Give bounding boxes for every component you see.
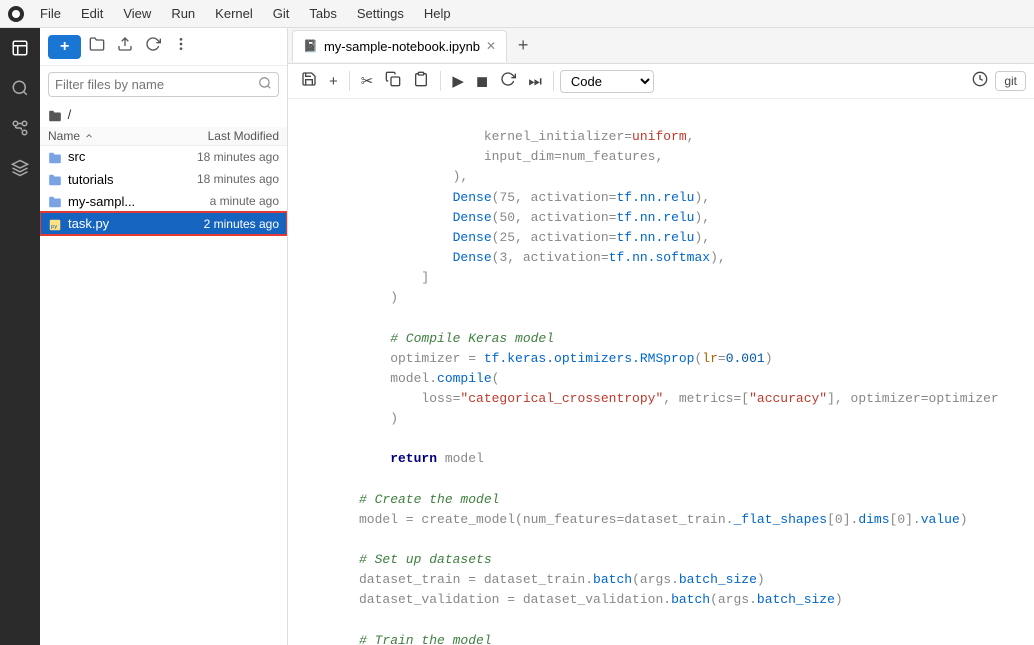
cell-content[interactable]: kernel_initializer=uniform, input_dim=nu… — [348, 99, 1034, 645]
breadcrumb: / — [40, 103, 287, 127]
paste-button[interactable] — [408, 68, 434, 94]
breadcrumb-path: / — [68, 107, 72, 122]
menu-bar: File Edit View Run Kernel Git Tabs Setti… — [0, 0, 1034, 28]
tab-bar: 📓 my-sample-notebook.ipynb ✕ + — [288, 28, 1034, 64]
main-content: 📓 my-sample-notebook.ipynb ✕ + + ✂ ▶ ◼ — [288, 28, 1034, 645]
code-area: kernel_initializer=uniform, input_dim=nu… — [288, 99, 1034, 645]
notebook-tab-icon: 📓 — [303, 39, 318, 53]
folder-icon — [48, 193, 62, 209]
column-name-header[interactable]: Name — [48, 129, 169, 143]
toolbar-separator-3 — [553, 71, 554, 91]
clock-button[interactable] — [967, 68, 993, 94]
list-item[interactable]: my-sampl... a minute ago — [40, 190, 287, 212]
git-button[interactable]: git — [995, 71, 1026, 91]
python-file-icon: py — [48, 215, 62, 231]
toolbar-separator-2 — [440, 71, 441, 91]
list-item[interactable]: py task.py 2 minutes ago — [40, 212, 287, 234]
file-list: src 18 minutes ago tutorials 18 minutes … — [40, 146, 287, 645]
new-button[interactable]: + — [48, 35, 81, 59]
file-name: my-sampl... — [68, 194, 169, 209]
search-sidebar-icon[interactable] — [8, 76, 32, 100]
list-item[interactable]: src 18 minutes ago — [40, 146, 287, 168]
file-name: task.py — [68, 216, 169, 231]
cut-button[interactable]: ✂ — [356, 69, 379, 93]
svg-text:py: py — [51, 224, 57, 230]
file-name: src — [68, 149, 169, 164]
app-icon — [8, 6, 24, 22]
menu-view[interactable]: View — [115, 4, 159, 23]
file-modified: a minute ago — [169, 194, 279, 208]
notebook-toolbar: + ✂ ▶ ◼ ⏭ Code Markdown Raw — [288, 64, 1034, 99]
folder-icon — [48, 149, 62, 165]
add-cell-button[interactable]: + — [324, 70, 343, 93]
copy-button[interactable] — [380, 68, 406, 94]
folder-icon — [48, 171, 62, 187]
git-sidebar-icon[interactable] — [8, 116, 32, 140]
column-modified-header: Last Modified — [169, 129, 279, 143]
notebook-tab[interactable]: 📓 my-sample-notebook.ipynb ✕ — [292, 30, 507, 62]
menu-tabs[interactable]: Tabs — [301, 4, 344, 23]
file-modified: 2 minutes ago — [169, 217, 279, 231]
restart-button[interactable] — [495, 68, 521, 94]
menu-settings[interactable]: Settings — [349, 4, 412, 23]
files-icon[interactable] — [8, 36, 32, 60]
menu-kernel[interactable]: Kernel — [207, 4, 261, 23]
cell-type-select[interactable]: Code Markdown Raw — [560, 70, 654, 93]
refresh-button[interactable] — [141, 34, 165, 59]
menu-file[interactable]: File — [32, 4, 69, 23]
open-folder-button[interactable] — [85, 34, 109, 59]
run-button[interactable]: ▶ — [447, 69, 469, 93]
extension-sidebar-icon[interactable] — [8, 156, 32, 180]
folder-icon-breadcrumb — [48, 107, 68, 122]
code-cell: kernel_initializer=uniform, input_dim=nu… — [288, 99, 1034, 645]
toolbar-separator — [349, 71, 350, 91]
icon-sidebar — [0, 28, 40, 645]
search-bar — [48, 72, 279, 97]
file-table-header: Name Last Modified — [40, 127, 287, 146]
list-item[interactable]: tutorials 18 minutes ago — [40, 168, 287, 190]
menu-git[interactable]: Git — [265, 4, 298, 23]
menu-edit[interactable]: Edit — [73, 4, 111, 23]
file-name: tutorials — [68, 172, 169, 187]
save-button[interactable] — [296, 68, 322, 94]
file-panel-toolbar: + — [40, 28, 287, 66]
cell-gutter — [288, 99, 348, 645]
more-button[interactable] — [169, 34, 193, 59]
tab-close-button[interactable]: ✕ — [486, 39, 496, 53]
file-modified: 18 minutes ago — [169, 150, 279, 164]
file-panel: + / — [40, 28, 288, 645]
tab-label: my-sample-notebook.ipynb — [324, 39, 480, 54]
menu-run[interactable]: Run — [163, 4, 203, 23]
search-icon — [258, 76, 272, 93]
file-modified: 18 minutes ago — [169, 172, 279, 186]
fast-forward-button[interactable]: ⏭ — [523, 70, 547, 93]
menu-help[interactable]: Help — [416, 4, 459, 23]
upload-button[interactable] — [113, 34, 137, 59]
search-input[interactable] — [55, 77, 258, 92]
new-tab-button[interactable]: + — [509, 32, 537, 60]
stop-button[interactable]: ◼ — [471, 69, 493, 93]
